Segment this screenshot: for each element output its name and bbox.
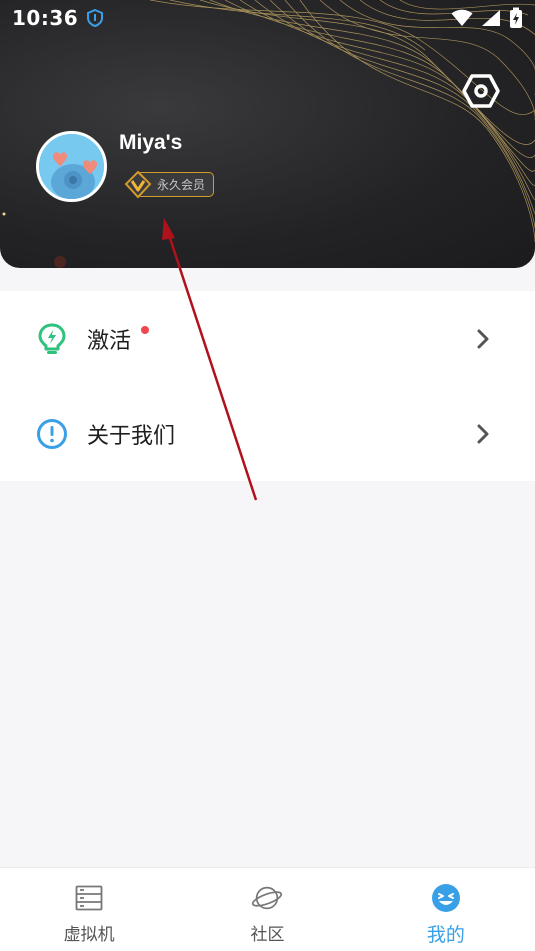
status-icons <box>451 7 523 29</box>
menu-item-label: 关于我们 <box>87 423 176 449</box>
profile-screen: 10:36 Miya's 永久会员 激活 关于我们 虚拟机 社区 我的 <box>0 0 535 951</box>
nav-label: 虚拟机 <box>63 925 115 945</box>
settings-hexagon-icon <box>462 74 500 108</box>
profile-menu: 激活 关于我们 <box>0 291 535 481</box>
menu-item-about-us[interactable]: 关于我们 <box>0 386 535 481</box>
nav-item-community[interactable]: 社区 <box>178 868 356 951</box>
status-bar: 10:36 <box>0 0 535 36</box>
lightbulb-lightning-icon <box>36 323 68 355</box>
info-exclamation-icon <box>36 418 68 450</box>
avatar-image <box>39 134 104 199</box>
menu-item-activate[interactable]: 激活 <box>0 291 535 386</box>
settings-button[interactable] <box>462 73 500 109</box>
chevron-right-icon <box>477 329 489 348</box>
battery-charging-icon <box>510 7 522 28</box>
avatar[interactable] <box>36 131 107 202</box>
nav-item-mine[interactable]: 我的 <box>357 868 535 951</box>
chevron-right-icon <box>477 424 489 443</box>
membership-badge[interactable]: 永久会员 <box>124 170 214 199</box>
signal-icon <box>482 10 500 26</box>
profile-header: 10:36 Miya's 永久会员 <box>0 0 535 268</box>
nav-item-virtual-machine[interactable]: 虚拟机 <box>0 868 178 951</box>
menu-item-label: 激活 <box>87 328 132 354</box>
notification-dot <box>141 326 149 334</box>
smiley-face-icon <box>430 882 462 914</box>
bottom-navigation: 虚拟机 社区 我的 <box>0 867 535 951</box>
app-notification-icon <box>86 9 104 27</box>
planet-icon <box>251 882 283 914</box>
status-time: 10:36 <box>12 6 79 30</box>
nav-label: 社区 <box>250 925 285 945</box>
nav-label: 我的 <box>426 924 465 946</box>
username: Miya's <box>119 131 183 154</box>
vip-diamond-icon <box>124 170 152 199</box>
wifi-icon <box>451 9 473 26</box>
server-icon <box>73 882 105 914</box>
